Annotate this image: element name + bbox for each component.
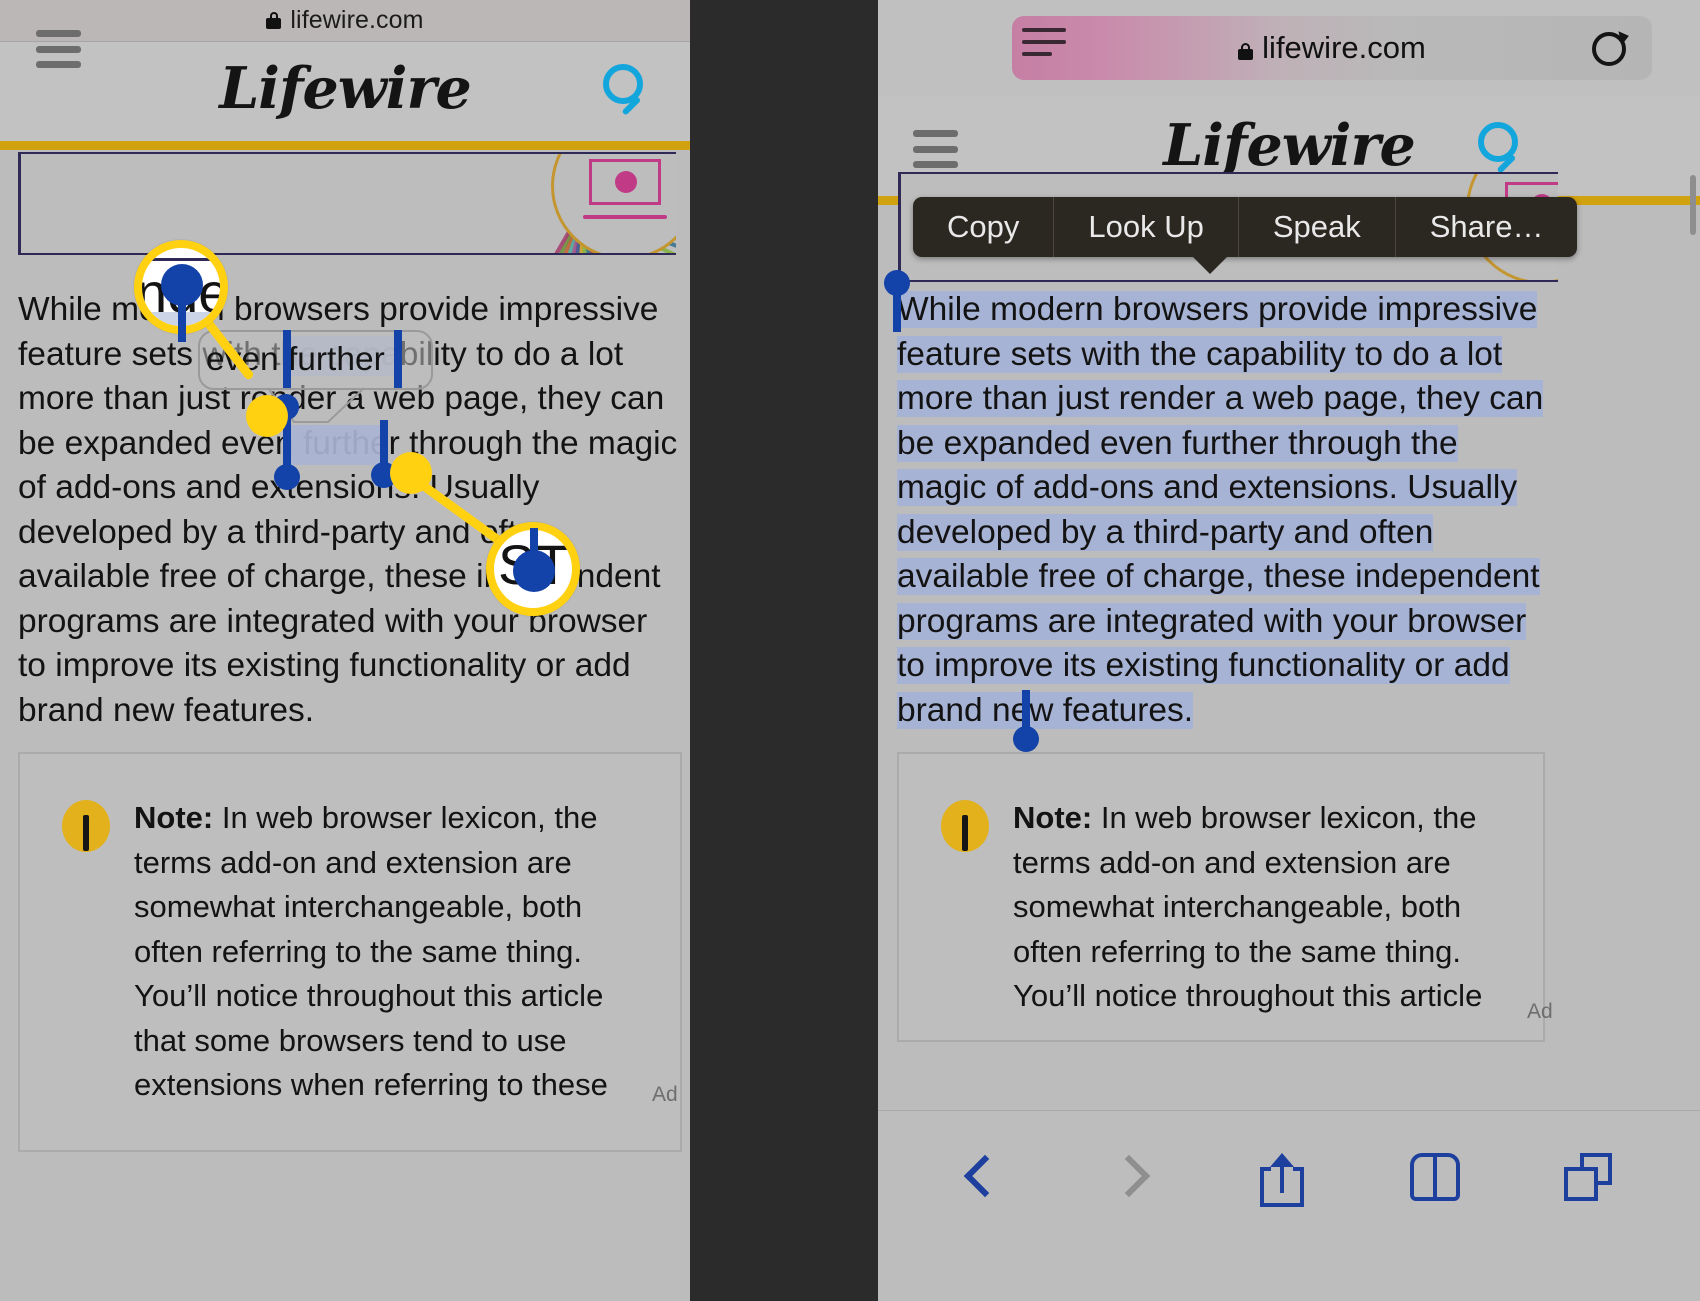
right-article-paragraph: While modern browsers provide impressive… [897,288,1545,733]
sidebar-lines-icon[interactable] [1022,28,1066,64]
menu-item-look-up[interactable]: Look Up [1054,197,1239,257]
forward-button[interactable] [1096,1141,1170,1215]
text-selection-edit-menu[interactable]: Copy Look Up Speak Share… [913,197,1578,257]
menu-item-copy[interactable]: Copy [913,197,1055,257]
lifewire-logo[interactable]: Lifewire [878,112,1700,179]
tabs-icon [1564,1153,1612,1201]
book-icon [1410,1153,1460,1201]
bookmarks-button[interactable] [1398,1141,1472,1215]
left-annotation-dot-bottom [390,452,432,494]
exclamation-icon [941,800,989,852]
right-url-text: lifewire.com [1012,30,1652,66]
menu-item-share[interactable]: Share… [1396,197,1578,257]
left-selection-highlight-2 [286,425,384,465]
share-icon [1260,1149,1304,1207]
left-ad-label: Ad [652,1083,678,1106]
exclamation-icon [62,800,110,852]
right-bottom-toolbar [878,1110,1700,1301]
left-annotation-dot-top [246,395,288,437]
lifewire-logo[interactable]: Lifewire [0,55,690,122]
right-note-text: Note: In web browser lexicon, the terms … [1013,796,1515,1019]
right-scrollbar[interactable] [1690,175,1696,235]
right-ad-label: Ad [1527,1000,1553,1023]
right-selected-text[interactable]: While modern browsers provide impressive… [897,291,1544,729]
share-button[interactable] [1246,1141,1320,1215]
chevron-right-icon [1107,1154,1151,1198]
back-button[interactable] [948,1141,1022,1215]
right-url-value: lifewire.com [1262,30,1426,65]
left-url-text: lifewire.com [290,6,424,34]
left-note-body: In web browser lexicon, the terms add-on… [134,800,608,1102]
reload-icon[interactable] [1592,29,1631,66]
edit-menu-pointer [1192,256,1228,274]
left-note-callout: Note: In web browser lexicon, the terms … [18,752,682,1152]
left-gold-divider [0,141,690,150]
left-note-text: Note: In web browser lexicon, the terms … [134,796,652,1108]
tabs-button[interactable] [1550,1141,1624,1215]
lock-icon [266,12,282,29]
left-note-label: Note: [134,800,214,835]
right-note-callout: Note: In web browser lexicon, the terms … [897,752,1545,1042]
search-icon[interactable] [603,64,663,124]
lock-icon [1238,43,1254,60]
right-note-label: Note: [1013,800,1093,835]
menu-item-speak[interactable]: Speak [1239,197,1396,257]
left-article-banner-image [18,152,676,255]
chevron-left-icon [963,1154,1007,1198]
right-safari-url-bar[interactable]: lifewire.com [1012,16,1652,80]
left-safari-url-bar[interactable]: lifewire.com [0,0,690,42]
screenshot-stage: lifewire.com Lifewire While modern brows… [0,0,1700,1301]
left-screenshot-panel: lifewire.com Lifewire While modern brows… [0,0,690,1301]
